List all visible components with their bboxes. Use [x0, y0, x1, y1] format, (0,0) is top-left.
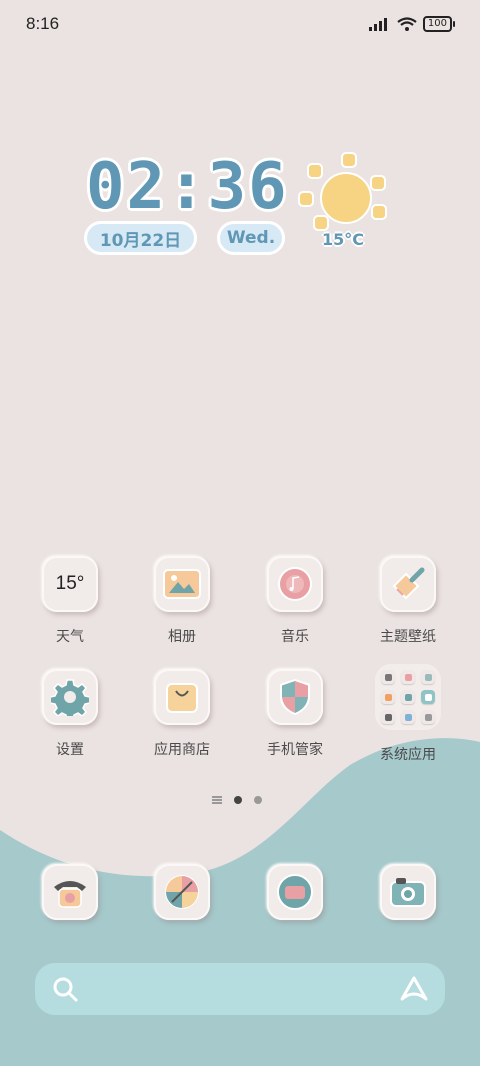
sun-icon — [298, 152, 387, 231]
app-themes[interactable]: 主题壁纸 — [353, 556, 463, 646]
assistant-icon[interactable] — [399, 975, 429, 1003]
status-time: 8:16 — [26, 14, 60, 33]
app-gallery[interactable]: 相册 — [127, 556, 237, 646]
app-label: 天气 — [56, 629, 84, 645]
dock-browser[interactable] — [127, 864, 237, 920]
search-bar[interactable] — [35, 963, 445, 1015]
folder-system-apps[interactable]: 系统应用 — [353, 664, 463, 764]
dock-phone[interactable] — [15, 864, 125, 920]
system-apps-folder-icon — [375, 664, 441, 730]
phone-icon — [42, 864, 98, 920]
messages-icon — [267, 864, 323, 920]
battery-icon: 100 — [422, 16, 456, 32]
music-icon — [267, 556, 323, 612]
dock-camera[interactable] — [353, 864, 463, 920]
search-icon[interactable] — [53, 977, 79, 1003]
app-store[interactable]: 应用商店 — [127, 669, 237, 759]
date-pill: 10月22日 — [84, 221, 197, 255]
security-shield-icon — [267, 669, 323, 725]
page-dot[interactable] — [254, 796, 262, 804]
settings-gear-icon — [42, 669, 98, 725]
weather-temperature: 15°C — [322, 230, 365, 249]
app-store-bag-icon — [154, 669, 210, 725]
app-list-icon[interactable] — [212, 796, 222, 804]
camera-icon — [380, 864, 436, 920]
weather-icon-temp: 15° — [55, 573, 85, 594]
app-phone-manager[interactable]: 手机管家 — [240, 669, 350, 759]
browser-icon — [154, 864, 210, 920]
app-label: 手机管家 — [267, 742, 323, 758]
app-settings[interactable]: 设置 — [15, 669, 125, 759]
dock-messages[interactable] — [240, 864, 350, 920]
app-label: 相册 — [168, 629, 196, 645]
app-label: 音乐 — [281, 629, 309, 645]
page-dot-active[interactable] — [234, 796, 242, 804]
weather-icon: 15° — [42, 556, 98, 612]
wifi-icon — [397, 17, 417, 31]
signal-icon — [368, 18, 387, 31]
page-indicator[interactable] — [212, 796, 262, 804]
app-label: 应用商店 — [154, 742, 210, 758]
weekday-pill: Wed. — [217, 221, 285, 255]
clock-time: 02:36 — [86, 150, 289, 224]
gallery-icon — [154, 556, 210, 612]
status-bar: 8:16 100 — [0, 0, 480, 50]
themes-brush-icon — [380, 556, 436, 612]
app-label: 主题壁纸 — [380, 629, 436, 645]
app-weather[interactable]: 15° 天气 — [15, 556, 125, 646]
app-music[interactable]: 音乐 — [240, 556, 350, 646]
app-label: 系统应用 — [380, 747, 436, 763]
app-label: 设置 — [56, 742, 84, 758]
